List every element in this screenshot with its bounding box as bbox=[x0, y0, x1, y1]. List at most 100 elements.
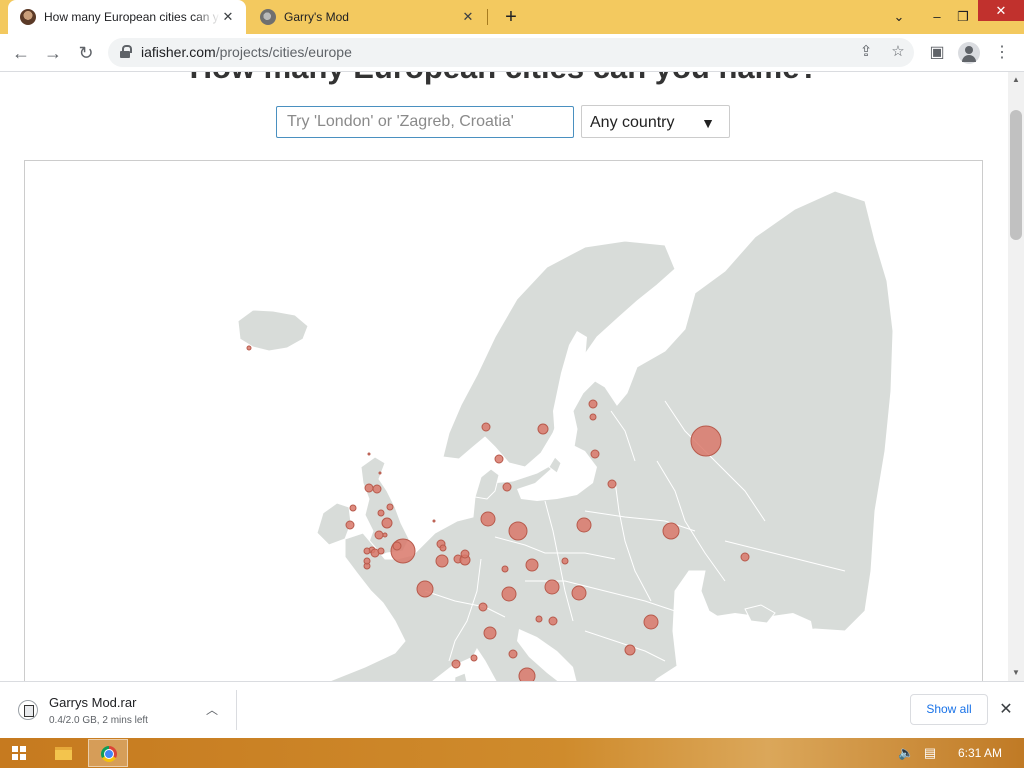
city-marker bbox=[478, 602, 488, 612]
dropdown-arrow-icon: ▼ bbox=[701, 115, 715, 131]
city-marker bbox=[378, 471, 382, 475]
city-marker bbox=[372, 484, 382, 494]
city-marker bbox=[576, 517, 592, 533]
bookmark-star-icon[interactable]: ☆ bbox=[888, 42, 908, 62]
tab-title: How many European cities can you name? bbox=[44, 10, 220, 24]
lock-icon[interactable] bbox=[120, 45, 132, 58]
close-tab-icon[interactable]: ✕ bbox=[220, 9, 236, 25]
reload-icon[interactable]: ↻ bbox=[73, 40, 99, 66]
country-dropdown-value: Any country bbox=[590, 114, 675, 131]
city-marker bbox=[571, 585, 587, 601]
city-marker bbox=[374, 530, 384, 540]
city-marker bbox=[349, 504, 357, 512]
land-sardinia bbox=[454, 672, 468, 681]
network-icon[interactable]: ▤ bbox=[922, 746, 938, 760]
city-marker bbox=[381, 517, 393, 529]
city-marker bbox=[439, 544, 447, 552]
close-tab-icon[interactable]: ✕ bbox=[460, 9, 476, 25]
window-close-button[interactable]: ✕ bbox=[978, 0, 1024, 21]
city-marker bbox=[377, 509, 385, 517]
address-bar[interactable]: iafisher.com/projects/cities/europe ⇪ ☆ bbox=[108, 38, 914, 67]
city-marker bbox=[470, 654, 478, 662]
city-marker bbox=[502, 482, 512, 492]
restore-button[interactable]: ❐ bbox=[948, 0, 978, 34]
europe-map[interactable] bbox=[24, 160, 983, 681]
city-marker bbox=[535, 615, 543, 623]
city-marker bbox=[624, 644, 636, 656]
city-marker bbox=[363, 547, 371, 555]
tab-garrys-mod[interactable]: Garry's Mod ✕ bbox=[248, 0, 486, 34]
city-marker bbox=[544, 579, 560, 595]
city-marker bbox=[246, 345, 252, 351]
page-title: How many European cities can you name? bbox=[0, 72, 1008, 86]
city-marker bbox=[607, 479, 617, 489]
tab-search-icon[interactable]: ⌄ bbox=[884, 0, 914, 34]
city-marker bbox=[451, 659, 461, 669]
city-marker bbox=[690, 425, 722, 457]
forward-arrow-icon[interactable]: → bbox=[40, 40, 66, 66]
city-marker bbox=[508, 521, 528, 541]
browser-tab-strip: How many European cities can you name? ✕… bbox=[0, 0, 1024, 34]
divider bbox=[236, 690, 237, 730]
city-marker bbox=[345, 520, 355, 530]
profile-avatar-icon[interactable] bbox=[958, 42, 980, 64]
kebab-menu-icon[interactable]: ⋮ bbox=[989, 40, 1015, 66]
close-downloads-icon[interactable]: ✕ bbox=[996, 700, 1016, 720]
downloads-bar: Garrys Mod.rar 0.4/2.0 GB, 2 mins left ︿… bbox=[0, 681, 1024, 739]
file-explorer-icon[interactable] bbox=[43, 739, 83, 767]
download-status: 0.4/2.0 GB, 2 mins left bbox=[49, 715, 148, 726]
city-marker bbox=[480, 511, 496, 527]
city-marker bbox=[740, 552, 750, 562]
side-panel-icon[interactable]: ▣ bbox=[924, 40, 950, 66]
europe-map-svg bbox=[237, 190, 894, 681]
garrys-mod-icon bbox=[260, 9, 276, 25]
windows-start-icon[interactable] bbox=[12, 746, 26, 760]
city-marker bbox=[435, 554, 449, 568]
city-marker bbox=[460, 549, 470, 559]
city-marker bbox=[501, 565, 509, 573]
volume-muted-icon[interactable]: 🔈 bbox=[898, 746, 914, 760]
url-text[interactable]: iafisher.com/projects/cities/europe bbox=[141, 44, 352, 60]
download-file-name[interactable]: Garrys Mod.rar bbox=[49, 695, 136, 710]
scroll-down-arrow-icon[interactable]: ▼ bbox=[1008, 665, 1024, 681]
city-marker bbox=[432, 519, 436, 523]
city-marker bbox=[561, 557, 569, 565]
site-avatar-icon bbox=[20, 9, 36, 25]
tab-separator bbox=[487, 9, 488, 25]
scroll-up-arrow-icon[interactable]: ▲ bbox=[1008, 72, 1024, 88]
city-marker bbox=[590, 449, 600, 459]
new-tab-button[interactable]: + bbox=[500, 6, 522, 28]
land-iceland bbox=[237, 309, 309, 352]
city-marker bbox=[481, 422, 491, 432]
show-all-button[interactable]: Show all bbox=[910, 694, 988, 725]
city-marker bbox=[382, 532, 388, 538]
city-marker bbox=[386, 503, 394, 511]
back-arrow-icon[interactable]: ← bbox=[8, 40, 34, 66]
tab-cities-quiz[interactable]: How many European cities can you name? ✕ bbox=[8, 0, 246, 34]
city-marker bbox=[501, 586, 517, 602]
city-marker bbox=[494, 454, 504, 464]
chevron-up-icon[interactable]: ︿ bbox=[203, 701, 221, 719]
city-marker bbox=[363, 557, 371, 565]
chrome-taskbar-icon[interactable] bbox=[88, 739, 128, 767]
browser-toolbar: ← → ↻ iafisher.com/projects/cities/europ… bbox=[0, 34, 1024, 72]
city-marker bbox=[525, 558, 539, 572]
city-marker bbox=[589, 413, 597, 421]
city-marker bbox=[377, 547, 385, 555]
taskbar-clock[interactable]: 6:31 AM bbox=[958, 746, 1002, 760]
city-search-input[interactable] bbox=[276, 106, 574, 138]
country-dropdown[interactable]: Any country ▼ bbox=[581, 105, 730, 138]
share-icon[interactable]: ⇪ bbox=[856, 42, 876, 62]
rar-file-icon[interactable] bbox=[18, 700, 38, 720]
windows-taskbar: 🔈 ▤ 6:31 AM bbox=[0, 738, 1024, 768]
page-content: How many European cities can you name? A… bbox=[0, 72, 1008, 681]
city-marker bbox=[537, 423, 549, 435]
city-marker bbox=[548, 616, 558, 626]
city-marker bbox=[518, 667, 536, 681]
page-scrollbar[interactable]: ▲ ▼ bbox=[1008, 72, 1024, 681]
city-marker bbox=[588, 399, 598, 409]
scroll-thumb[interactable] bbox=[1010, 110, 1022, 240]
city-marker bbox=[508, 649, 518, 659]
city-marker bbox=[416, 580, 434, 598]
tab-title: Garry's Mod bbox=[284, 10, 349, 24]
